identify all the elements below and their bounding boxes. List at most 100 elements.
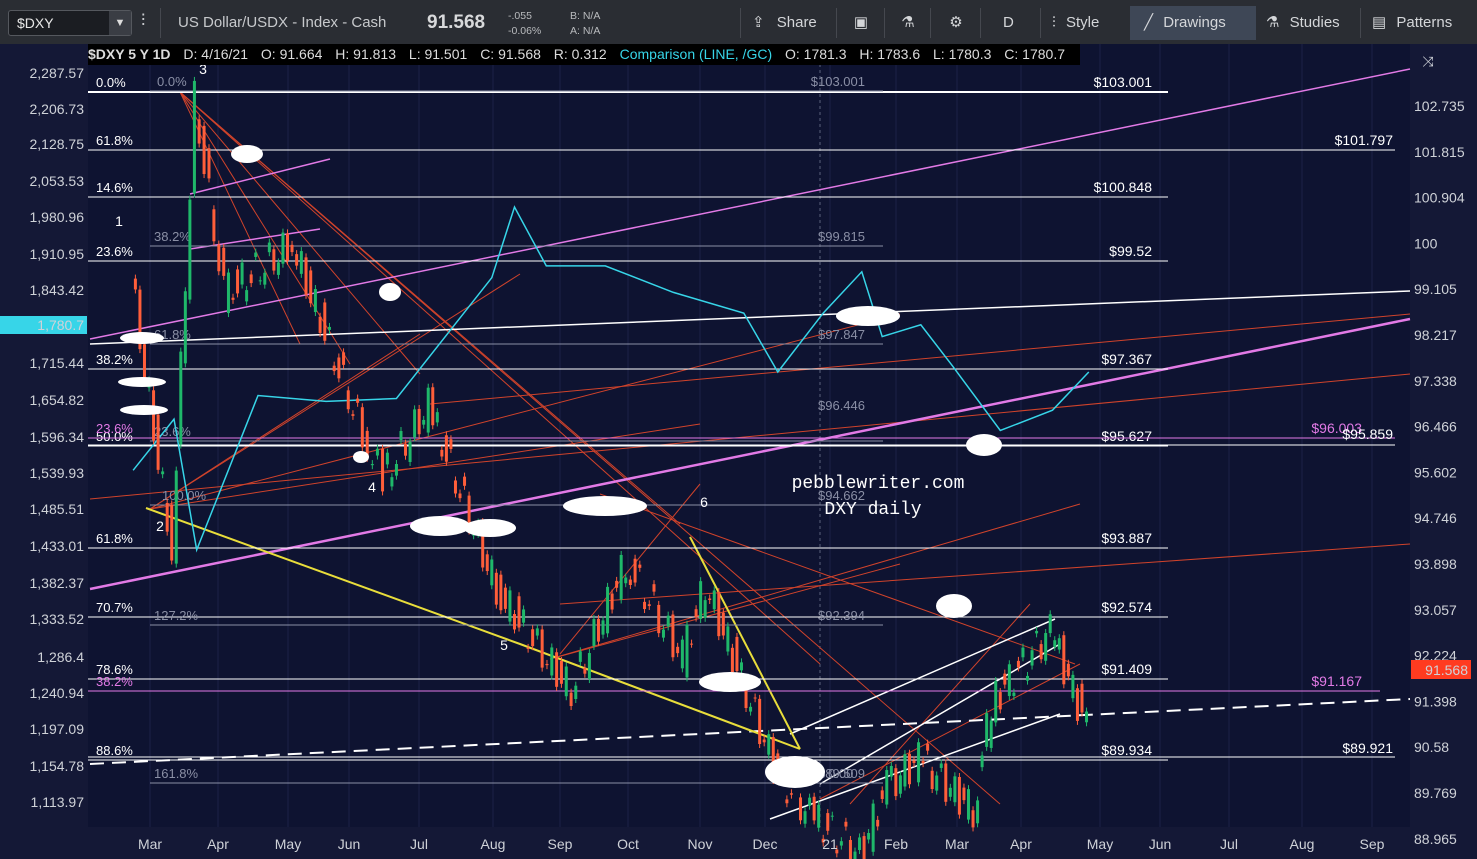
magenta-level-label: $91.167 — [1311, 673, 1362, 689]
candle-body — [1003, 673, 1007, 685]
candle-body — [685, 624, 689, 678]
candle-body — [272, 249, 276, 271]
candle-body — [876, 819, 880, 827]
fib-pct-label: 61.8% — [96, 531, 133, 546]
candle-body — [485, 554, 489, 572]
candle-body — [762, 739, 766, 743]
left-current-value: 1,780.7 — [37, 317, 84, 333]
wave-label: 4 — [368, 479, 376, 495]
fib-pct-label: 23.6% — [96, 244, 133, 259]
candle-body — [535, 628, 539, 636]
candle-body — [1057, 638, 1061, 650]
right-axis-tick: 98.217 — [1414, 327, 1457, 343]
magenta-pct-label: 23.6% — [96, 421, 133, 436]
gray-fib-label: 161.8% — [154, 766, 199, 781]
chart-window: $DXY ▼ ⫶ US Dollar/USDX - Index - Cash 9… — [0, 0, 1477, 859]
x-tick-label: Sep — [1360, 836, 1385, 852]
gray-fib-label: 0.00 — [828, 766, 853, 781]
chart-style-icon: ⫶ — [1052, 14, 1056, 31]
gray-fib-label: 0.0% — [157, 74, 187, 89]
link-icon[interactable]: ⫶ — [141, 11, 145, 31]
candle-body — [245, 290, 249, 302]
chevron-down-icon[interactable]: ▼ — [109, 11, 131, 35]
drawings-button[interactable]: ╱ Drawings — [1130, 6, 1256, 40]
candle-body — [555, 652, 559, 687]
aggregation-period-button[interactable]: D — [1003, 6, 1014, 40]
candle-body — [183, 291, 187, 364]
info-low: L: 91.501 — [408, 46, 468, 62]
candle-body — [231, 297, 235, 300]
gear-icon[interactable]: ⚙ — [944, 6, 968, 40]
fib-pct-label: 88.6% — [96, 743, 133, 758]
candle-body — [356, 398, 360, 403]
x-tick-label: Jun — [1149, 836, 1172, 852]
candle-body — [550, 647, 554, 676]
candle-body — [1026, 675, 1030, 681]
price-chart[interactable]: 0.0% $103.00161.8% $101.79714.6% $100.84823… — [0, 44, 1477, 859]
candle-body — [596, 618, 600, 642]
style-button[interactable]: ⫶ Style — [1052, 6, 1099, 40]
left-axis-tick: 1,910.95 — [30, 246, 85, 262]
wave-label: 2 — [156, 518, 164, 534]
candle-body — [1066, 663, 1070, 677]
snapshot-icon[interactable]: ▣ — [848, 6, 874, 40]
candle-body — [867, 833, 871, 840]
candle-body — [1016, 660, 1020, 668]
candle-body — [789, 793, 793, 795]
candle-body — [545, 663, 549, 666]
watermark: pebblewriter.com — [792, 474, 965, 494]
left-axis-tick: 1,197.09 — [30, 721, 85, 737]
x-tick-label: Oct — [617, 836, 639, 852]
left-axis-tick: 1,596.34 — [30, 429, 85, 445]
candle-body — [749, 706, 753, 712]
candle-body — [267, 242, 271, 253]
candle-body — [360, 407, 364, 448]
info-high: H: 91.813 — [335, 46, 397, 62]
candle-body — [1044, 633, 1048, 661]
candle-body — [569, 692, 573, 707]
patterns-button[interactable]: ▤ Patterns — [1372, 6, 1452, 40]
candle-body — [730, 647, 734, 673]
bid-value: B: N/A — [570, 10, 601, 22]
candle-body — [1085, 711, 1089, 723]
share-button[interactable]: ⇪ Share — [752, 6, 817, 40]
highlight-ellipse — [699, 672, 761, 692]
symbol-input[interactable]: $DXY ▼ — [8, 10, 132, 36]
left-axis-tick: 2,206.73 — [30, 101, 85, 117]
gray-fib-label: $92.394 — [818, 608, 865, 623]
candle-body — [179, 351, 183, 445]
fib-level-label: $103.001 — [1094, 74, 1153, 90]
ask-value: A: N/A — [570, 25, 601, 37]
info-symbol: $DXY 5 Y 1D — [88, 46, 171, 62]
candle-body — [323, 302, 327, 341]
candle-body — [422, 419, 426, 425]
fib-level-label: $91.409 — [1101, 661, 1152, 677]
candle-body — [285, 233, 289, 261]
candle-body — [739, 662, 743, 671]
level-label: $95.859 — [1342, 426, 1393, 442]
x-tick-label: Feb — [884, 836, 908, 852]
candle-body — [578, 651, 582, 662]
candle-body — [583, 667, 587, 674]
x-tick-label: Jul — [410, 836, 428, 852]
fib-pct-label: 38.2% — [96, 352, 133, 367]
candle-body — [1012, 692, 1016, 696]
candle-body — [346, 390, 350, 410]
right-axis-tick: 97.338 — [1414, 373, 1457, 389]
candle-body — [944, 763, 948, 802]
candle-body — [758, 698, 762, 745]
right-current-value: 91.568 — [1425, 662, 1468, 678]
candle-body — [753, 697, 757, 699]
studies-icon: ⚗ — [1266, 14, 1280, 31]
highlight-ellipse — [353, 451, 369, 463]
studies-button[interactable]: ⚗ Studies — [1266, 6, 1340, 40]
magenta-pct-label: 38.2% — [96, 674, 133, 689]
left-axis-tick: 1,654.82 — [30, 392, 85, 408]
right-axis-panel — [1410, 44, 1477, 859]
left-axis-tick: 1,980.96 — [30, 209, 85, 225]
candle-body — [494, 572, 498, 605]
flask-icon[interactable]: ⚗ — [897, 6, 919, 40]
candle-body — [156, 414, 160, 470]
fib-level-label: $93.887 — [1101, 530, 1152, 546]
highlight-ellipse — [936, 594, 972, 618]
